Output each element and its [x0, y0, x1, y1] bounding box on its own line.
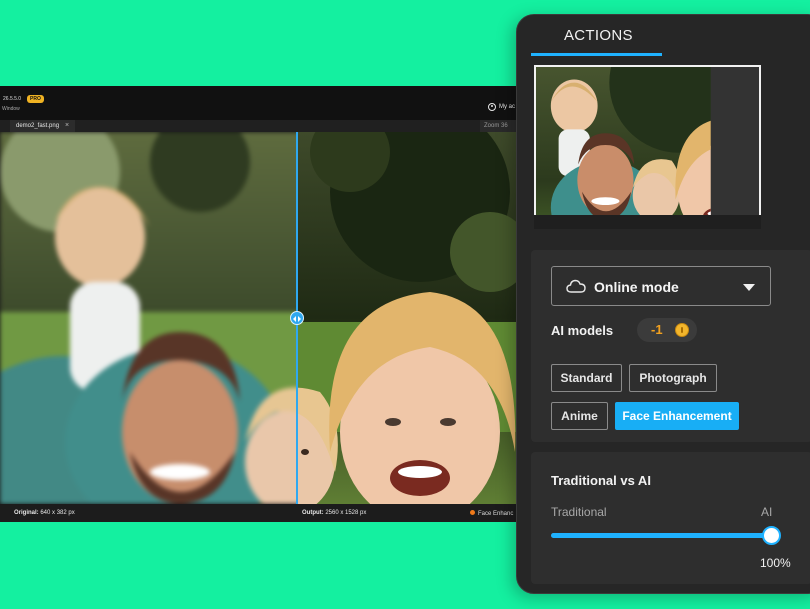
- status-dot-icon: [470, 510, 475, 515]
- slider-thumb[interactable]: [761, 526, 781, 545]
- slider-value: 100%: [760, 556, 791, 570]
- output-image: [297, 132, 520, 504]
- file-tab-label: demo2_fast.png: [16, 123, 60, 129]
- slider-heading: Traditional vs AI: [551, 473, 651, 488]
- family-photo-output: [297, 132, 520, 504]
- tab-actions[interactable]: ACTIONS: [564, 27, 633, 44]
- pro-badge: PRO: [27, 95, 44, 103]
- credit-cost-badge: -1: [637, 318, 697, 342]
- file-tab[interactable]: demo2_fast.png ×: [10, 120, 76, 132]
- original-image: [0, 132, 297, 504]
- active-model-status: Face Enhanc: [470, 510, 513, 517]
- coin-icon: [675, 323, 689, 337]
- status-bar: Original: 640 x 382 px Output: 2560 x 15…: [0, 504, 520, 522]
- traditional-ai-slider[interactable]: [551, 526, 781, 545]
- actions-panel: ACTIONS Online mode AI models -1 Standar…: [516, 14, 810, 594]
- ai-models-card: Online mode AI models -1 Standard Photog…: [531, 250, 810, 442]
- file-tab-bar: demo2_fast.png × Zoom 36: [0, 120, 520, 132]
- slider-min-label: Traditional: [551, 505, 607, 519]
- active-tab-indicator: [531, 53, 662, 56]
- preview-thumbnail[interactable]: [534, 65, 761, 217]
- slider-max-label: AI: [761, 505, 773, 519]
- slider-fill: [551, 533, 771, 538]
- traditional-vs-ai-card: Traditional vs AI Traditional AI 100%: [531, 452, 810, 584]
- app-window: 26.5.5.0 PRO Window My ac demo2_fast.png…: [0, 86, 520, 522]
- output-size: Output: 2560 x 1528 px: [302, 510, 367, 516]
- window-menu[interactable]: Window: [2, 106, 20, 112]
- model-anime-button[interactable]: Anime: [551, 402, 608, 430]
- chevron-down-icon: [743, 284, 755, 291]
- preview-base: [534, 215, 761, 229]
- zoom-control[interactable]: Zoom 36: [480, 120, 520, 132]
- app-version: 26.5.5.0: [3, 96, 22, 102]
- model-standard-button[interactable]: Standard: [551, 364, 622, 392]
- family-photo-original: [0, 132, 297, 504]
- mode-select-value: Online mode: [594, 279, 679, 295]
- family-photo-preview: [536, 67, 711, 215]
- account-button[interactable]: My ac: [488, 103, 515, 111]
- model-face-enhancement-button[interactable]: Face Enhancement: [615, 402, 739, 430]
- ai-models-heading: AI models: [551, 323, 614, 338]
- compare-handle-icon[interactable]: [290, 311, 304, 325]
- close-icon[interactable]: ×: [65, 120, 69, 132]
- title-bar: 26.5.5.0 PRO Window My ac: [0, 86, 520, 120]
- user-icon: [488, 103, 496, 111]
- cloud-icon: [566, 279, 586, 293]
- online-mode-dropdown[interactable]: Online mode: [551, 266, 771, 306]
- comparison-viewer[interactable]: [0, 132, 520, 504]
- model-photograph-button[interactable]: Photograph: [629, 364, 717, 392]
- original-size: Original: 640 x 382 px: [14, 510, 75, 516]
- account-label: My ac: [499, 104, 516, 110]
- credit-cost: -1: [651, 322, 663, 337]
